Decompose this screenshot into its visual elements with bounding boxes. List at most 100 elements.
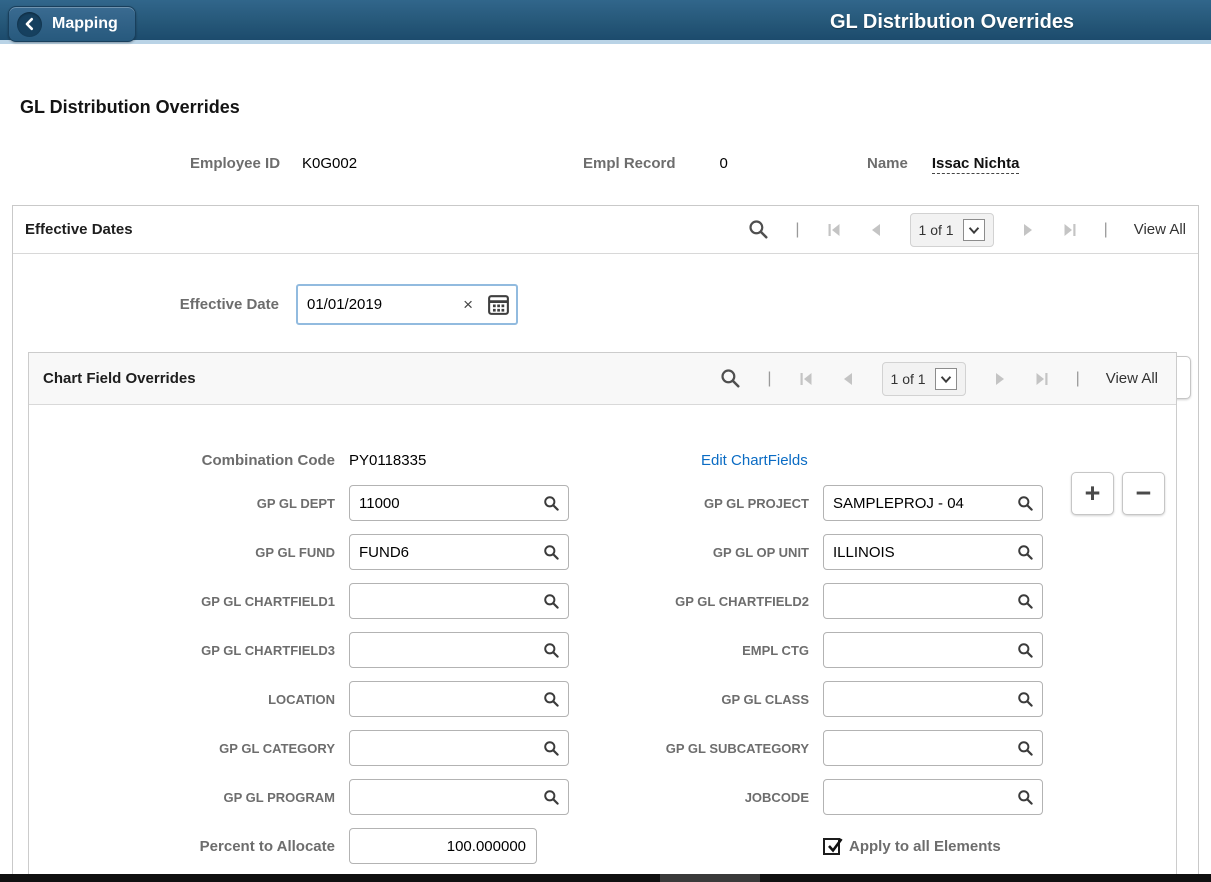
- effective-dates-body: Effective Date × + −: [13, 284, 1198, 325]
- chevron-down-icon[interactable]: [963, 219, 985, 241]
- next-page-icon[interactable]: [992, 371, 1008, 387]
- scrollbar-thumb[interactable]: [660, 874, 760, 882]
- lookup-search-icon[interactable]: [541, 691, 568, 708]
- combination-code-value: PY0118335: [349, 452, 569, 469]
- field-label-gp-gl-chartfield3: GP GL CHARTFIELD3: [29, 643, 349, 658]
- last-page-icon[interactable]: [1062, 222, 1078, 238]
- empl-ctg-input[interactable]: [824, 642, 1015, 659]
- field-label-gp-gl-chartfield1: GP GL CHARTFIELD1: [29, 594, 349, 609]
- apply-to-all-elements-label: Apply to all Elements: [849, 838, 1001, 855]
- calendar-icon[interactable]: [480, 292, 516, 317]
- delete-row-button[interactable]: −: [1122, 472, 1165, 515]
- lookup-field-gp-gl-chartfield3: [349, 632, 569, 668]
- employee-id-value: K0G002: [302, 155, 357, 172]
- gp-gl-chartfield1-input[interactable]: [350, 593, 541, 610]
- clear-date-icon[interactable]: ×: [456, 295, 480, 315]
- lookup-search-icon[interactable]: [541, 642, 568, 659]
- banner-title: GL Distribution Overrides: [830, 0, 1074, 44]
- lookup-search-icon[interactable]: [1015, 593, 1042, 610]
- gp-gl-project-input[interactable]: [824, 495, 1015, 512]
- page-counter: 1 of 1: [882, 362, 966, 396]
- chart-field-overrides-header: Chart Field Overrides | 1 of 1: [29, 353, 1176, 405]
- back-button-mapping[interactable]: Mapping: [8, 6, 136, 42]
- last-page-icon[interactable]: [1034, 371, 1050, 387]
- lookup-search-icon[interactable]: [541, 495, 568, 512]
- effective-date-field: ×: [296, 284, 518, 325]
- lookup-field-gp-gl-chartfield1: [349, 583, 569, 619]
- field-label-gp-gl-chartfield2: GP GL CHARTFIELD2: [569, 594, 823, 609]
- chevron-down-icon[interactable]: [935, 368, 957, 390]
- effective-dates-panel: Effective Dates | 1 of 1: [12, 205, 1199, 882]
- lookup-search-icon[interactable]: [541, 593, 568, 610]
- lookup-search-icon[interactable]: [1015, 789, 1042, 806]
- lookup-field-gp-gl-program: [349, 779, 569, 815]
- location-input[interactable]: [350, 691, 541, 708]
- gp-gl-chartfield2-input[interactable]: [824, 593, 1015, 610]
- previous-page-icon[interactable]: [868, 222, 884, 238]
- first-page-icon[interactable]: [826, 222, 842, 238]
- field-label-gp-gl-dept: GP GL DEPT: [29, 496, 349, 511]
- top-banner: Mapping GL Distribution Overrides: [0, 0, 1211, 44]
- field-label-empl-ctg: EMPL CTG: [569, 643, 823, 658]
- next-page-icon[interactable]: [1020, 222, 1036, 238]
- field-label-gp-gl-subcategory: GP GL SUBCATEGORY: [569, 741, 823, 756]
- gl-distribution-overrides-page: Mapping GL Distribution Overrides GL Dis…: [0, 0, 1211, 882]
- edit-chartfields-link[interactable]: Edit ChartFields: [701, 452, 808, 469]
- separator: |: [767, 370, 771, 388]
- field-label-location: LOCATION: [29, 692, 349, 707]
- gp-gl-fund-input[interactable]: [350, 544, 541, 561]
- employee-id-label: Employee ID: [190, 155, 280, 172]
- lookup-search-icon[interactable]: [1015, 642, 1042, 659]
- employee-id-group: Employee ID K0G002: [190, 155, 357, 177]
- employee-name-link[interactable]: Issac Nichta: [932, 155, 1020, 174]
- page-title: GL Distribution Overrides: [20, 97, 240, 118]
- lookup-search-icon[interactable]: [541, 740, 568, 757]
- field-label-gp-gl-project: GP GL PROJECT: [569, 496, 823, 511]
- lookup-field-gp-gl-subcategory: [823, 730, 1043, 766]
- gp-gl-dept-input[interactable]: [350, 495, 541, 512]
- employee-name-group: Name Issac Nichta: [867, 155, 1019, 177]
- lookup-field-jobcode: [823, 779, 1043, 815]
- lookup-field-gp-gl-chartfield2: [823, 583, 1043, 619]
- jobcode-input[interactable]: [824, 789, 1015, 806]
- lookup-search-icon[interactable]: [1015, 544, 1042, 561]
- chart-field-grid: GP GL DEPT GP GL PROJECT GP GL FUND: [29, 485, 1176, 864]
- lookup-search-icon[interactable]: [1015, 495, 1042, 512]
- field-label-gp-gl-program: GP GL PROGRAM: [29, 790, 349, 805]
- gp-gl-program-input[interactable]: [350, 789, 541, 806]
- gp-gl-class-input[interactable]: [824, 691, 1015, 708]
- back-button-label: Mapping: [52, 15, 118, 33]
- lookup-field-gp-gl-dept: [349, 485, 569, 521]
- effective-dates-title: Effective Dates: [25, 221, 133, 238]
- field-label-gp-gl-fund: GP GL FUND: [29, 545, 349, 560]
- add-row-button[interactable]: +: [1071, 472, 1114, 515]
- view-all-link[interactable]: View All: [1134, 221, 1186, 238]
- gp-gl-subcategory-input[interactable]: [824, 740, 1015, 757]
- percent-to-allocate-label: Percent to Allocate: [29, 838, 349, 855]
- combination-code-label: Combination Code: [29, 452, 349, 469]
- gp-gl-op-unit-input[interactable]: [824, 544, 1015, 561]
- gp-gl-chartfield3-input[interactable]: [350, 642, 541, 659]
- effective-date-label: Effective Date: [13, 296, 279, 313]
- effective-date-input[interactable]: [298, 296, 456, 313]
- search-icon[interactable]: [748, 219, 769, 240]
- lookup-search-icon[interactable]: [541, 544, 568, 561]
- horizontal-scrollbar[interactable]: [0, 874, 1211, 882]
- lookup-search-icon[interactable]: [541, 789, 568, 806]
- apply-to-all-elements-checkbox[interactable]: [823, 838, 840, 855]
- previous-page-icon[interactable]: [840, 371, 856, 387]
- effective-dates-pagination: | 1 of 1 |: [748, 213, 1186, 247]
- lookup-field-gp-gl-category: [349, 730, 569, 766]
- gp-gl-category-input[interactable]: [350, 740, 541, 757]
- percent-to-allocate-input[interactable]: [349, 828, 537, 864]
- lookup-search-icon[interactable]: [1015, 740, 1042, 757]
- percent-to-allocate-cell: [349, 828, 569, 864]
- first-page-icon[interactable]: [798, 371, 814, 387]
- page-counter: 1 of 1: [910, 213, 994, 247]
- lookup-field-gp-gl-fund: [349, 534, 569, 570]
- view-all-link[interactable]: View All: [1106, 370, 1158, 387]
- lookup-search-icon[interactable]: [1015, 691, 1042, 708]
- field-label-gp-gl-category: GP GL CATEGORY: [29, 741, 349, 756]
- search-icon[interactable]: [720, 368, 741, 389]
- separator: |: [1076, 370, 1080, 388]
